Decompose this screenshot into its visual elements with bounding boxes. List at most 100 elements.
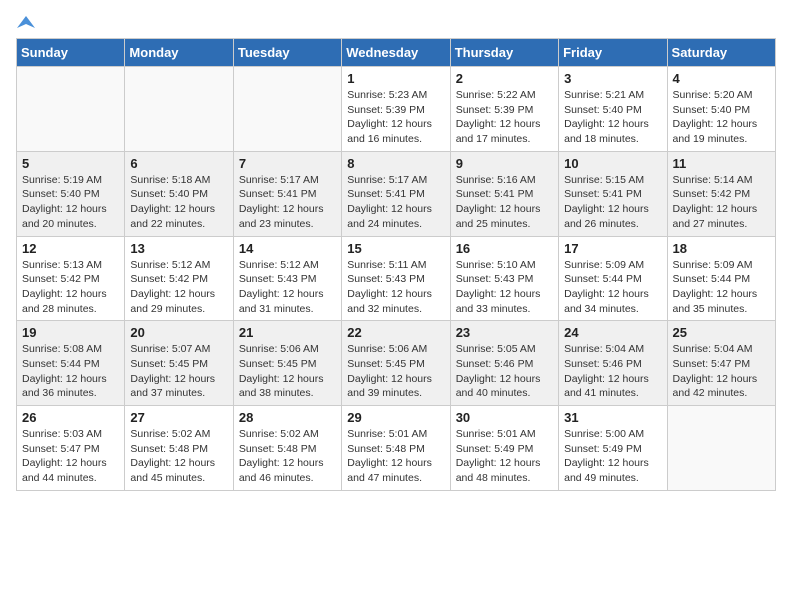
day-info: Sunrise: 5:05 AM Sunset: 5:46 PM Dayligh… — [456, 342, 553, 401]
day-number: 27 — [130, 410, 227, 425]
calendar-cell — [667, 406, 775, 491]
calendar-cell: 9Sunrise: 5:16 AM Sunset: 5:41 PM Daylig… — [450, 151, 558, 236]
day-number: 1 — [347, 71, 444, 86]
day-info: Sunrise: 5:00 AM Sunset: 5:49 PM Dayligh… — [564, 427, 661, 486]
day-info: Sunrise: 5:17 AM Sunset: 5:41 PM Dayligh… — [347, 173, 444, 232]
day-info: Sunrise: 5:03 AM Sunset: 5:47 PM Dayligh… — [22, 427, 119, 486]
calendar-cell: 29 Sunrise: 5:01 AM Sunset: 5:48 PM Dayli… — [342, 406, 450, 491]
calendar-cell: 31 Sunrise: 5:00 AM Sunset: 5:49 PM Dayli… — [559, 406, 667, 491]
logo-bird-icon — [17, 14, 35, 32]
day-info: Sunrise: 5:22 AM Sunset: 5:39 PM Dayligh… — [456, 88, 553, 147]
day-header-monday: Monday — [125, 39, 233, 67]
day-number: 16 — [456, 241, 553, 256]
day-info: Sunrise: 5:11 AM Sunset: 5:43 PM Dayligh… — [347, 258, 444, 317]
day-number: 18 — [673, 241, 770, 256]
header-row: SundayMondayTuesdayWednesdayThursdayFrid… — [17, 39, 776, 67]
calendar-cell: 2 Sunrise: 5:22 AM Sunset: 5:39 PM Daylig… — [450, 67, 558, 152]
day-info: Sunrise: 5:16 AM Sunset: 5:41 PM Dayligh… — [456, 173, 553, 232]
day-info: Sunrise: 5:12 AM Sunset: 5:43 PM Dayligh… — [239, 258, 336, 317]
day-info: Sunrise: 5:07 AM Sunset: 5:45 PM Dayligh… — [130, 342, 227, 401]
day-info: Sunrise: 5:09 AM Sunset: 5:44 PM Dayligh… — [673, 258, 770, 317]
calendar-cell: 15Sunrise: 5:11 AM Sunset: 5:43 PM Dayli… — [342, 236, 450, 321]
day-number: 10 — [564, 156, 661, 171]
day-info: Sunrise: 5:14 AM Sunset: 5:42 PM Dayligh… — [673, 173, 770, 232]
calendar-week-2: 5 Sunrise: 5:19 AM Sunset: 5:40 PM Daylig… — [17, 151, 776, 236]
day-info: Sunrise: 5:04 AM Sunset: 5:47 PM Dayligh… — [673, 342, 770, 401]
day-info: Sunrise: 5:06 AM Sunset: 5:45 PM Dayligh… — [347, 342, 444, 401]
calendar-cell: 27 Sunrise: 5:02 AM Sunset: 5:48 PM Dayli… — [125, 406, 233, 491]
calendar-cell — [17, 67, 125, 152]
logo — [16, 16, 35, 28]
calendar-cell: 18 Sunrise: 5:09 AM Sunset: 5:44 PM Dayli… — [667, 236, 775, 321]
header — [16, 16, 776, 28]
calendar-header: SundayMondayTuesdayWednesdayThursdayFrid… — [17, 39, 776, 67]
calendar-cell: 13Sunrise: 5:12 AM Sunset: 5:42 PM Dayli… — [125, 236, 233, 321]
day-header-thursday: Thursday — [450, 39, 558, 67]
day-number: 3 — [564, 71, 661, 86]
day-header-wednesday: Wednesday — [342, 39, 450, 67]
day-number: 28 — [239, 410, 336, 425]
day-number: 2 — [456, 71, 553, 86]
calendar-week-4: 19Sunrise: 5:08 AM Sunset: 5:44 PM Dayli… — [17, 321, 776, 406]
day-number: 12 — [22, 241, 119, 256]
calendar-week-3: 12 Sunrise: 5:13 AM Sunset: 5:42 PM Dayli… — [17, 236, 776, 321]
calendar-cell: 7Sunrise: 5:17 AM Sunset: 5:41 PM Daylig… — [233, 151, 341, 236]
calendar-cell: 1 Sunrise: 5:23 AM Sunset: 5:39 PM Daylig… — [342, 67, 450, 152]
day-number: 17 — [564, 241, 661, 256]
day-number: 30 — [456, 410, 553, 425]
day-number: 31 — [564, 410, 661, 425]
day-number: 5 — [22, 156, 119, 171]
calendar-table: SundayMondayTuesdayWednesdayThursdayFrid… — [16, 38, 776, 491]
calendar-cell: 11Sunrise: 5:14 AM Sunset: 5:42 PM Dayli… — [667, 151, 775, 236]
calendar-cell: 22Sunrise: 5:06 AM Sunset: 5:45 PM Dayli… — [342, 321, 450, 406]
day-info: Sunrise: 5:02 AM Sunset: 5:48 PM Dayligh… — [130, 427, 227, 486]
day-number: 4 — [673, 71, 770, 86]
calendar-cell — [233, 67, 341, 152]
day-number: 6 — [130, 156, 227, 171]
calendar-cell: 28 Sunrise: 5:02 AM Sunset: 5:48 PM Dayli… — [233, 406, 341, 491]
calendar-cell: 30 Sunrise: 5:01 AM Sunset: 5:49 PM Dayli… — [450, 406, 558, 491]
day-header-sunday: Sunday — [17, 39, 125, 67]
day-number: 20 — [130, 325, 227, 340]
day-number: 8 — [347, 156, 444, 171]
calendar-cell: 17Sunrise: 5:09 AM Sunset: 5:44 PM Dayli… — [559, 236, 667, 321]
calendar-cell: 14Sunrise: 5:12 AM Sunset: 5:43 PM Dayli… — [233, 236, 341, 321]
day-info: Sunrise: 5:21 AM Sunset: 5:40 PM Dayligh… — [564, 88, 661, 147]
day-header-tuesday: Tuesday — [233, 39, 341, 67]
day-info: Sunrise: 5:17 AM Sunset: 5:41 PM Dayligh… — [239, 173, 336, 232]
calendar-cell: 4Sunrise: 5:20 AM Sunset: 5:40 PM Daylig… — [667, 67, 775, 152]
day-number: 25 — [673, 325, 770, 340]
calendar-cell: 3 Sunrise: 5:21 AM Sunset: 5:40 PM Daylig… — [559, 67, 667, 152]
day-info: Sunrise: 5:15 AM Sunset: 5:41 PM Dayligh… — [564, 173, 661, 232]
day-header-friday: Friday — [559, 39, 667, 67]
calendar-cell: 25 Sunrise: 5:04 AM Sunset: 5:47 PM Dayli… — [667, 321, 775, 406]
day-info: Sunrise: 5:18 AM Sunset: 5:40 PM Dayligh… — [130, 173, 227, 232]
day-info: Sunrise: 5:01 AM Sunset: 5:48 PM Dayligh… — [347, 427, 444, 486]
day-info: Sunrise: 5:13 AM Sunset: 5:42 PM Dayligh… — [22, 258, 119, 317]
day-info: Sunrise: 5:06 AM Sunset: 5:45 PM Dayligh… — [239, 342, 336, 401]
day-info: Sunrise: 5:04 AM Sunset: 5:46 PM Dayligh… — [564, 342, 661, 401]
day-info: Sunrise: 5:23 AM Sunset: 5:39 PM Dayligh… — [347, 88, 444, 147]
calendar-cell — [125, 67, 233, 152]
day-number: 26 — [22, 410, 119, 425]
day-info: Sunrise: 5:01 AM Sunset: 5:49 PM Dayligh… — [456, 427, 553, 486]
calendar-cell: 24 Sunrise: 5:04 AM Sunset: 5:46 PM Dayli… — [559, 321, 667, 406]
calendar-cell: 21Sunrise: 5:06 AM Sunset: 5:45 PM Dayli… — [233, 321, 341, 406]
calendar-cell: 26 Sunrise: 5:03 AM Sunset: 5:47 PM Dayli… — [17, 406, 125, 491]
day-number: 19 — [22, 325, 119, 340]
calendar-cell: 10 Sunrise: 5:15 AM Sunset: 5:41 PM Dayli… — [559, 151, 667, 236]
day-number: 23 — [456, 325, 553, 340]
calendar-cell: 23 Sunrise: 5:05 AM Sunset: 5:46 PM Dayli… — [450, 321, 558, 406]
day-info: Sunrise: 5:12 AM Sunset: 5:42 PM Dayligh… — [130, 258, 227, 317]
day-header-saturday: Saturday — [667, 39, 775, 67]
calendar-cell: 8 Sunrise: 5:17 AM Sunset: 5:41 PM Daylig… — [342, 151, 450, 236]
calendar-cell: 6 Sunrise: 5:18 AM Sunset: 5:40 PM Daylig… — [125, 151, 233, 236]
day-info: Sunrise: 5:10 AM Sunset: 5:43 PM Dayligh… — [456, 258, 553, 317]
day-info: Sunrise: 5:19 AM Sunset: 5:40 PM Dayligh… — [22, 173, 119, 232]
calendar-cell: 20 Sunrise: 5:07 AM Sunset: 5:45 PM Dayli… — [125, 321, 233, 406]
day-number: 29 — [347, 410, 444, 425]
calendar-cell: 19Sunrise: 5:08 AM Sunset: 5:44 PM Dayli… — [17, 321, 125, 406]
calendar-week-1: 1 Sunrise: 5:23 AM Sunset: 5:39 PM Daylig… — [17, 67, 776, 152]
day-number: 24 — [564, 325, 661, 340]
day-info: Sunrise: 5:02 AM Sunset: 5:48 PM Dayligh… — [239, 427, 336, 486]
